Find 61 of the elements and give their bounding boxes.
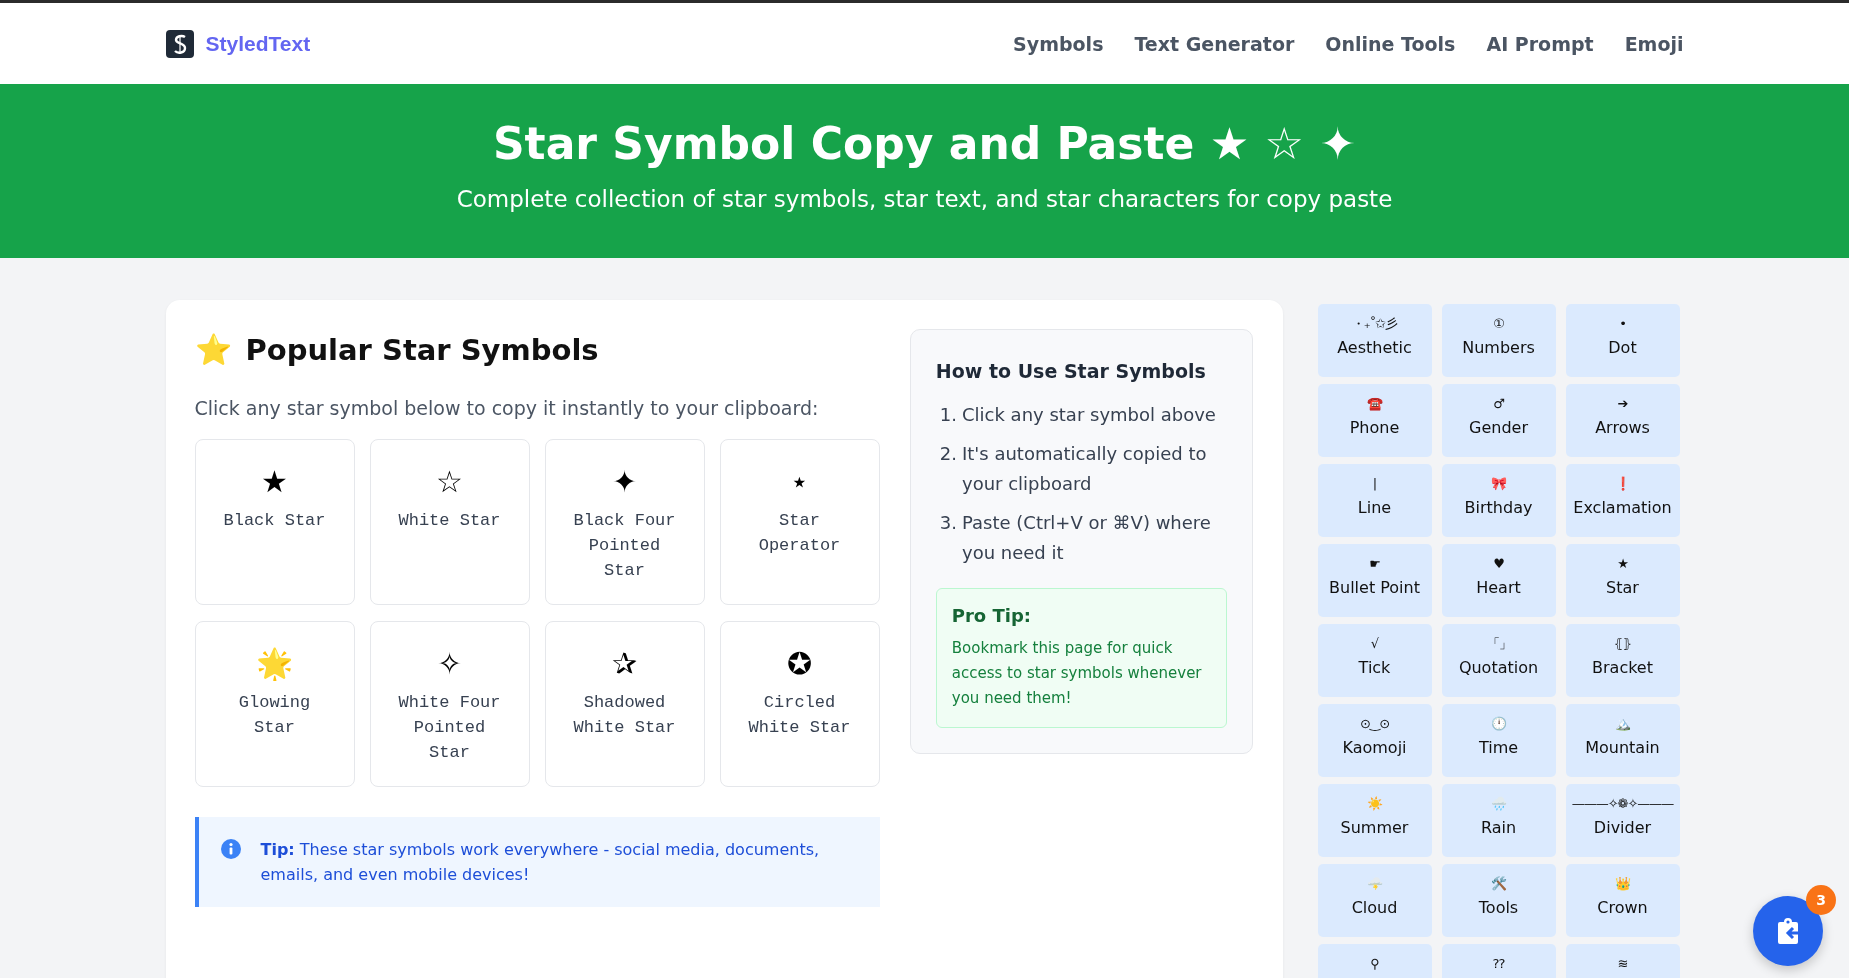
category-button[interactable]: 👑 Crown: [1565, 864, 1680, 937]
category-button[interactable]: 🌧 Rain: [1441, 784, 1556, 857]
logo-icon[interactable]: [165, 29, 194, 58]
category-button[interactable]: ⦃⦄ Bracket: [1565, 624, 1680, 697]
category-button[interactable]: 「」 Quotation: [1441, 624, 1556, 697]
symbol-card[interactable]: ✰ Shadowed White Star: [544, 621, 705, 787]
category-button[interactable]: ★ Star: [1565, 544, 1680, 617]
category-button[interactable]: ☀ Summer: [1317, 784, 1432, 857]
symbol-card[interactable]: ☆ White Star: [369, 439, 530, 605]
nav-link[interactable]: AI Prompt: [1486, 32, 1594, 55]
category-button[interactable]: ➔ Arrows: [1565, 384, 1680, 457]
category-button[interactable]: 🕛 Time: [1441, 704, 1556, 777]
info-icon: [220, 839, 241, 859]
nav-link[interactable]: Online Tools: [1325, 32, 1456, 55]
pro-tip-text: Bookmark this page for quick access to star symbols whenever you need them!: [951, 638, 1203, 709]
step-text: Paste (Ctrl+V or ⌘V) where you need it: [962, 511, 1212, 565]
category-button[interactable]: 🎀 Birthday: [1441, 464, 1556, 537]
category-button[interactable]: ———✧❁✧——— Divider: [1565, 784, 1680, 857]
category-button[interactable]: ① Numbers: [1441, 304, 1556, 377]
category-button[interactable]: 🏔 Mountain: [1565, 704, 1680, 777]
symbol-card[interactable]: 🌟 Glowing Star: [194, 621, 355, 787]
star-icon: ⭐: [194, 335, 232, 365]
step-text: It's automatically copied to your clipboard: [962, 442, 1208, 496]
symbol-card[interactable]: ★ Black Star: [194, 439, 355, 605]
step-number: 2.: [939, 442, 957, 466]
nav-link[interactable]: Emoji: [1624, 32, 1684, 55]
page-title: Star Symbol Copy and Paste ★ ☆ ✦: [491, 120, 1358, 169]
step-number: 3.: [939, 511, 957, 535]
step-number: 1.: [939, 403, 957, 427]
symbol-card[interactable]: ✪ Circled White Star: [719, 621, 880, 787]
page-subtitle: Complete collection of star symbols, star text, and star characters for copy paste: [455, 186, 1394, 214]
symbol-card[interactable]: ✦ Black Four Pointed Star: [544, 439, 705, 605]
step-text: Click any star symbol above: [962, 403, 1216, 427]
pro-tip-title: Pro Tip:: [951, 605, 1033, 626]
category-button[interactable]: ☎ Phone: [1317, 384, 1432, 457]
intro-text: Click any star symbol below to copy it instantly to your clipboard:: [194, 397, 820, 419]
tip-text: Tip: These star symbols work everywhere - social media, documents, emails, and even mobile devices!: [260, 839, 821, 886]
category-button[interactable]: | Line: [1317, 464, 1432, 537]
category-button[interactable]: ・₊˚✩彡 Aesthetic: [1317, 304, 1432, 377]
panel-title: How to Use Star Symbols: [935, 360, 1207, 382]
category-button[interactable]: ??: [1441, 944, 1556, 978]
category-button[interactable]: ♂ Gender: [1441, 384, 1556, 457]
category-button[interactable]: ⊙‿⊙ Kaomoji: [1317, 704, 1432, 777]
nav-link[interactable]: Symbols: [1013, 32, 1104, 55]
category-button[interactable]: ❗ Exclamation: [1565, 464, 1680, 537]
nav-link[interactable]: Text Generator: [1134, 32, 1295, 55]
category-button[interactable]: 🌩 Cloud: [1317, 864, 1432, 937]
category-button[interactable]: √ Tick: [1317, 624, 1432, 697]
section-heading: Popular Star Symbols: [245, 333, 599, 367]
symbol-card[interactable]: ✧ White Four Pointed Star: [369, 621, 530, 787]
clipboard-icon: [1777, 918, 1799, 944]
site-name[interactable]: StyledText: [205, 31, 311, 56]
clipboard-button[interactable]: [1753, 896, 1823, 966]
category-button[interactable]: ♥ Heart: [1441, 544, 1556, 617]
category-button[interactable]: 🛠 Tools: [1441, 864, 1556, 937]
category-button[interactable]: ≋: [1565, 944, 1680, 978]
category-button[interactable]: • Dot: [1565, 304, 1680, 377]
category-button[interactable]: ⚲: [1317, 944, 1432, 978]
count-badge: 3: [1806, 885, 1836, 915]
category-button[interactable]: ☛ Bullet Point: [1317, 544, 1432, 617]
symbol-card[interactable]: ⋆ Star Operator: [719, 439, 880, 605]
